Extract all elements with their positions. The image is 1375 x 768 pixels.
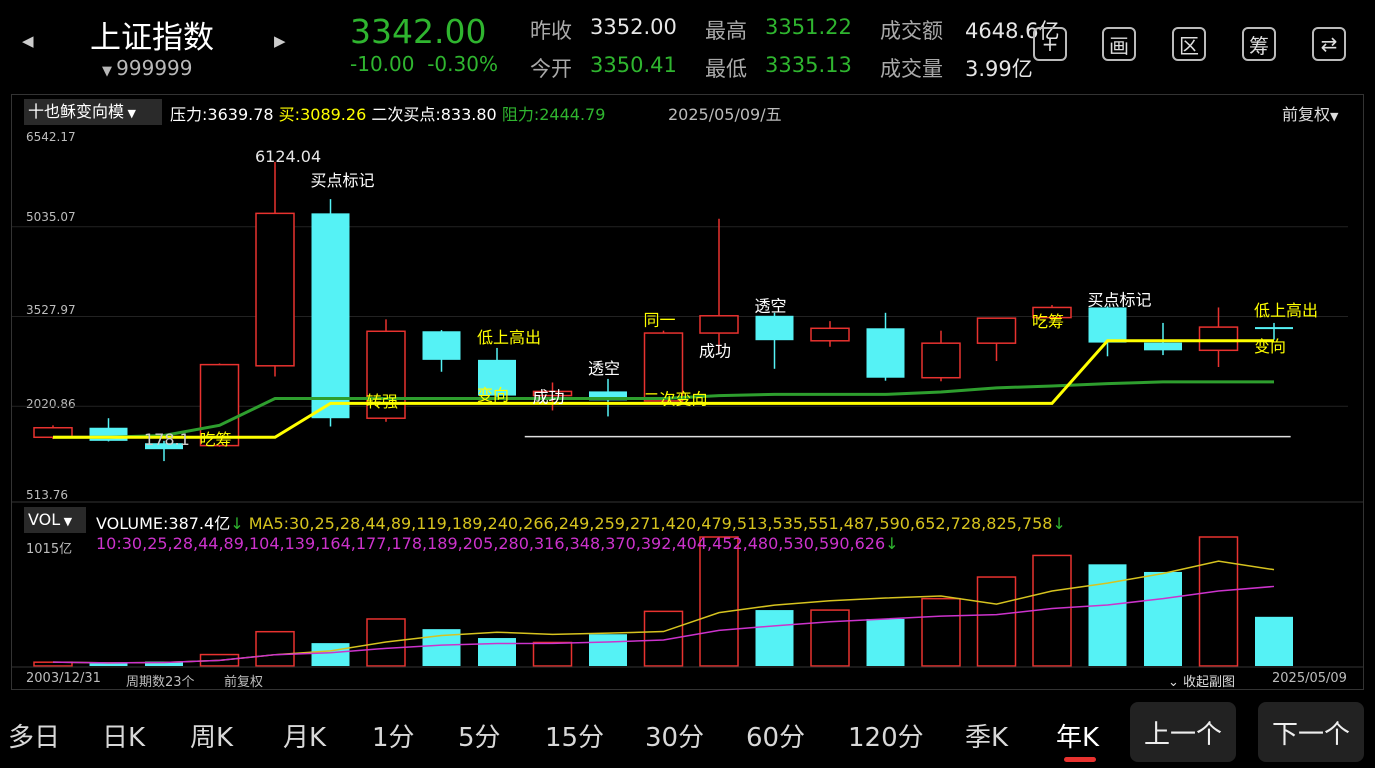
signal-label: 透空 [755, 297, 787, 316]
volume-y-tick: 1015亿 [26, 542, 73, 557]
volume-bar [532, 641, 573, 667]
signal-label: 转强 [366, 392, 398, 411]
tab-1min[interactable]: 1分 [372, 717, 415, 754]
candle-body [866, 328, 905, 378]
signal-label: 成功 [699, 341, 731, 360]
end-date: 2025/05/09 [1272, 671, 1347, 686]
volume-indicator-values: VOLUME:387.4亿↓ MA5:30,25,28,44,89,119,18… [96, 514, 1066, 553]
tab-season-k[interactable]: 季K [965, 717, 1008, 754]
signal-label: 买点标记 [311, 171, 375, 190]
volume-bar [810, 609, 850, 667]
down-arrow-icon: ↓ [1052, 514, 1066, 533]
tab-multi-day[interactable]: 多日 [8, 717, 60, 754]
prev-stock-button[interactable]: 上一个 [1130, 702, 1236, 762]
double-chevron-down-icon: ⌄ [1168, 675, 1184, 690]
volume-bar [976, 576, 1017, 667]
volume-bar [478, 638, 516, 666]
tab-15min[interactable]: 15分 [545, 717, 604, 754]
signal-label: 低上高出 [1254, 301, 1318, 320]
tab-year-k[interactable]: 年K [1056, 717, 1099, 754]
volume-bar [89, 663, 128, 666]
candle-body [1144, 342, 1182, 351]
chevron-down-icon: ▼ [60, 515, 73, 528]
active-tab-indicator [1064, 757, 1096, 762]
tab-week-k[interactable]: 周K [190, 717, 233, 754]
candle-body [1198, 326, 1239, 352]
candle-body [1255, 327, 1293, 330]
signal-label: 成功 [533, 388, 565, 407]
volume-bar [1144, 571, 1182, 666]
candle-body [422, 331, 461, 360]
volume-bar [643, 610, 684, 667]
tab-5min[interactable]: 5分 [458, 717, 501, 754]
volume-bar [755, 610, 794, 666]
volume-bar [255, 630, 295, 667]
candle-body [1088, 307, 1127, 343]
candle-body [810, 327, 850, 342]
signal-label: 变向 [477, 385, 509, 404]
signal-label: 同一 [644, 310, 676, 329]
tab-120min[interactable]: 120分 [848, 717, 924, 754]
candle-body [311, 213, 350, 419]
signal-label: 透空 [588, 359, 620, 378]
tab-60min[interactable]: 60分 [746, 717, 805, 754]
footer-adjust: 前复权 [224, 675, 264, 690]
tab-30min[interactable]: 30分 [645, 717, 704, 754]
tab-month-k[interactable]: 月K [283, 717, 326, 754]
volume-bar [866, 618, 905, 666]
candle-body [921, 342, 961, 379]
signal-label: 吃筹 [200, 430, 232, 449]
volume-bar [699, 536, 739, 667]
volume-bar [1255, 616, 1293, 666]
volume-bar [921, 597, 961, 667]
signal-label: 买点标记 [1088, 291, 1152, 310]
signal-label: 低上高出 [477, 328, 541, 347]
volume-bar [589, 634, 627, 666]
signal-label: 二次变向 [644, 390, 708, 409]
candle-body [976, 317, 1017, 344]
next-stock-button[interactable]: 下一个 [1258, 702, 1364, 762]
volume-bar [311, 643, 350, 666]
candle-body [699, 315, 739, 334]
collapse-subchart-button[interactable]: ⌄ 收起副图 [1168, 671, 1235, 690]
candle-body [755, 315, 794, 341]
candlestick-chart[interactable]: 178.1 吃筹6124.04买点标记转强低上高出变向 成功透空二次变向同一成功透空… [0, 0, 1375, 768]
signal-label: 178.1 [144, 430, 190, 449]
volume-indicator-selector[interactable]: VOL ▼ [24, 507, 86, 533]
candle-body [255, 212, 295, 367]
signal-label: 变向 [1254, 337, 1286, 356]
volume-bar [1198, 536, 1239, 667]
signal-label: 6124.04 [255, 147, 321, 166]
down-arrow-icon: ↓ [885, 534, 899, 553]
period-count: 周期数23个 [126, 675, 195, 690]
tab-day-k[interactable]: 日K [102, 717, 145, 754]
signal-label: 吃筹 [1032, 312, 1064, 331]
start-date: 2003/12/31 [26, 671, 101, 686]
candle-body [89, 427, 128, 441]
volume-bar [1088, 564, 1127, 666]
down-arrow-icon: ↓ [230, 514, 244, 533]
